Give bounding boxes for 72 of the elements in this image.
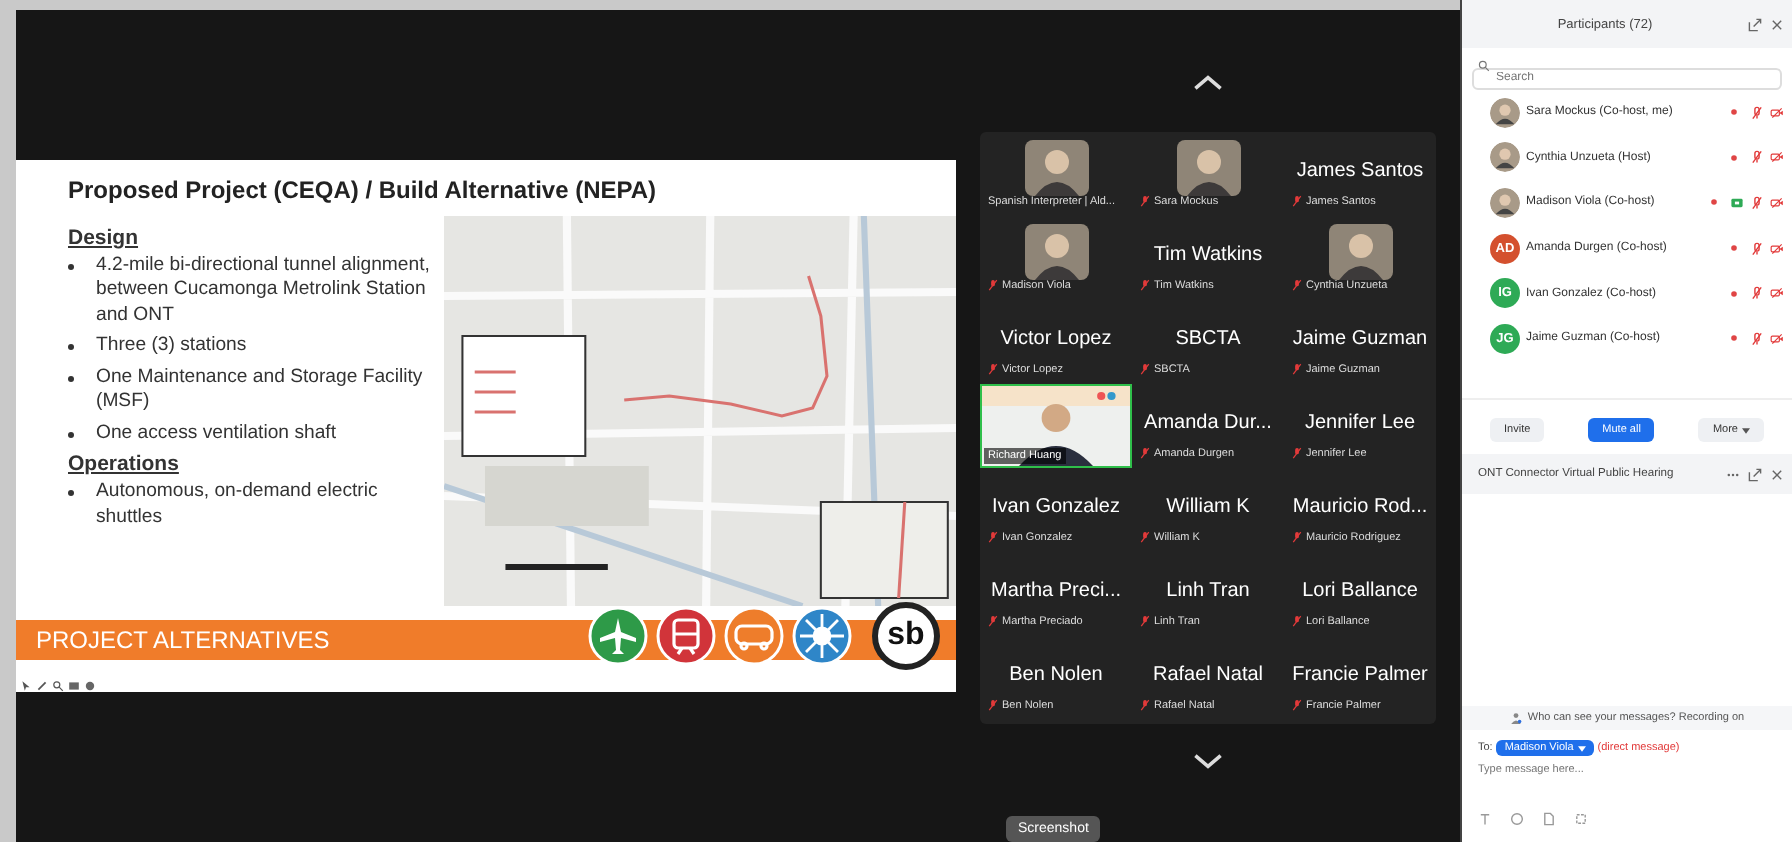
- participant-name: Ivan Gonzalez: [992, 496, 1120, 518]
- status-dot: [1710, 198, 1718, 207]
- status-dot: [1730, 289, 1738, 298]
- close-icon[interactable]: [1770, 17, 1784, 31]
- participant-name: Mauricio Rod...: [1292, 496, 1428, 518]
- avatar: [1175, 140, 1241, 196]
- format-icon[interactable]: [1478, 812, 1492, 826]
- bullet-icon: [68, 490, 74, 497]
- section-heading: Operations: [68, 452, 181, 477]
- participant-name: SBCTA: [1175, 328, 1241, 350]
- person-icon: [1509, 712, 1522, 724]
- bullet-icon: [68, 263, 74, 270]
- slide-title: Proposed Project (CEQA) / Build Alternative (NEPA): [66, 174, 659, 208]
- participant-name: Rafael Natal: [1152, 664, 1264, 686]
- video-off-icon[interactable]: [1770, 241, 1784, 256]
- bullet-text: One access ventilation shaft: [96, 421, 336, 447]
- screenshot-icon[interactable]: [1574, 812, 1588, 826]
- participant-name: Victor Lopez: [1000, 328, 1112, 350]
- status-dot: [1730, 108, 1738, 117]
- bullet-text: One Maintenance and Storage Facility (MSF): [96, 365, 425, 416]
- pen-icon[interactable]: [36, 680, 48, 693]
- emoji-icon[interactable]: [1510, 812, 1524, 826]
- video-off-icon[interactable]: [1770, 286, 1784, 301]
- avatar: [1490, 187, 1520, 218]
- participant-name: Ben Nolen: [1009, 664, 1103, 686]
- avatar: [1023, 140, 1089, 196]
- avatar: [1327, 224, 1393, 280]
- avatar: [1490, 97, 1520, 128]
- participant-name: Linh Tran: [1166, 580, 1250, 602]
- participant-name: Amanda Dur...: [1144, 412, 1272, 434]
- participant-name: Lori Ballance: [1302, 580, 1418, 602]
- mic-muted-icon[interactable]: [1750, 286, 1764, 301]
- section-heading: Design: [68, 225, 141, 250]
- file-icon[interactable]: [1542, 812, 1556, 826]
- caret-icon: [1741, 427, 1750, 433]
- participant-name: Jaime Guzman: [1292, 328, 1428, 350]
- mic-muted-icon[interactable]: [1750, 241, 1764, 256]
- mic-muted-icon[interactable]: [1750, 331, 1764, 346]
- avatar: [1490, 142, 1520, 173]
- caret-icon: [1577, 745, 1586, 751]
- mic-muted-icon[interactable]: [1750, 150, 1764, 165]
- bullet-icon: [68, 431, 74, 438]
- chevron-down-icon[interactable]: [1190, 752, 1226, 770]
- banner-title: PROJECT ALTERNATIVES: [34, 626, 330, 655]
- video-off-icon[interactable]: [1770, 331, 1784, 346]
- video-off-icon[interactable]: [1770, 150, 1784, 165]
- bullet-icon: [68, 375, 74, 382]
- video-off-icon[interactable]: [1770, 195, 1784, 210]
- bullet-text: Autonomous, on-demand electric shuttles: [96, 480, 380, 531]
- search-icon[interactable]: [52, 680, 64, 693]
- status-dot: [1730, 153, 1738, 162]
- status-dot: [1730, 334, 1738, 343]
- video-off-icon[interactable]: [1770, 105, 1784, 120]
- participant-name: Tim Watkins: [1153, 244, 1263, 266]
- participant-name: Francie Palmer: [1292, 664, 1428, 686]
- bullet-text: Three (3) stations: [96, 334, 247, 360]
- mic-muted-icon[interactable]: [1750, 105, 1764, 120]
- status-dot: [1730, 244, 1738, 253]
- bullet-text: 4.2-mile bi-directional tunnel alignment, between Cucamonga Metrolink Station and ONT: [96, 253, 432, 329]
- participant-name: Jennifer Lee: [1304, 412, 1416, 434]
- participant-name: William K: [1166, 496, 1250, 518]
- participant-name: James Santos: [1296, 160, 1424, 182]
- pop-out-icon[interactable]: [1748, 467, 1762, 481]
- chevron-up-icon[interactable]: [1190, 74, 1226, 92]
- close-icon[interactable]: [1770, 467, 1784, 481]
- participant-name: Martha Preci...: [990, 580, 1122, 602]
- pointer-icon[interactable]: [20, 680, 32, 693]
- bullet-icon: [68, 344, 74, 351]
- pop-out-icon[interactable]: [1748, 17, 1762, 31]
- logo: sb: [872, 602, 940, 671]
- mic-muted-icon[interactable]: [1750, 195, 1764, 210]
- avatar: [1023, 224, 1089, 280]
